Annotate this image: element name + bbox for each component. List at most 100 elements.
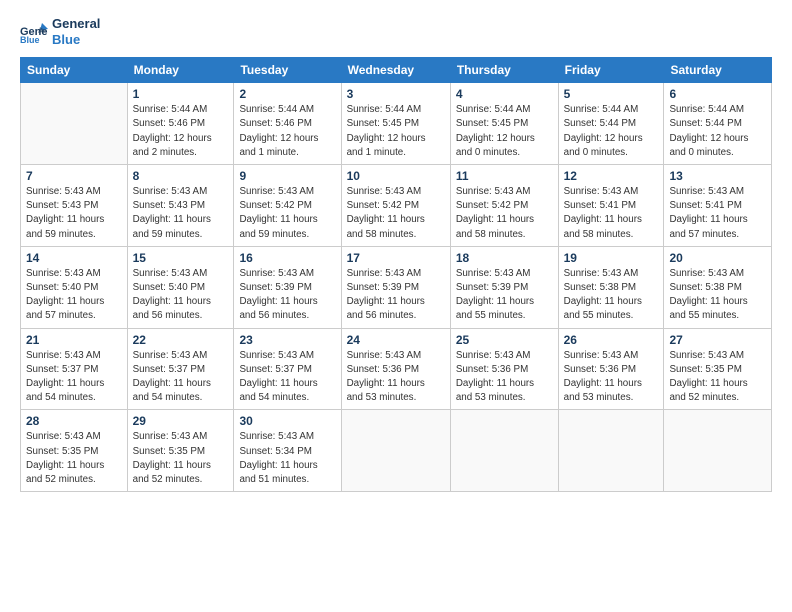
calendar-cell: 27Sunrise: 5:43 AMSunset: 5:35 PMDayligh… (664, 328, 772, 410)
day-info: Sunrise: 5:43 AMSunset: 5:39 PMDaylight:… (239, 267, 335, 324)
calendar-cell: 3 Sunrise: 5:44 AMSunset: 5:45 PMDaylight… (341, 83, 450, 165)
calendar-header-saturday: Saturday (664, 58, 772, 83)
day-info: Sunrise: 5:43 AMSunset: 5:43 PMDaylight:… (26, 185, 122, 242)
day-info: Sunrise: 5:44 AMSunset: 5:46 PMDaylight:… (133, 103, 229, 160)
calendar-header-row: SundayMondayTuesdayWednesdayThursdayFrid… (21, 58, 772, 83)
calendar-cell (664, 410, 772, 492)
day-info: Sunrise: 5:43 AMSunset: 5:36 PMDaylight:… (456, 349, 553, 406)
day-info: Sunrise: 5:43 AMSunset: 5:38 PMDaylight:… (669, 267, 766, 324)
calendar-cell (450, 410, 558, 492)
day-info: Sunrise: 5:43 AMSunset: 5:35 PMDaylight:… (133, 430, 229, 487)
calendar-header-friday: Friday (558, 58, 664, 83)
calendar-row-2: 14 Sunrise: 5:43 AMSunset: 5:40 PMDayligh… (21, 246, 772, 328)
calendar-row-1: 7Sunrise: 5:43 AMSunset: 5:43 PMDaylight… (21, 165, 772, 247)
header: General Blue General Blue (20, 16, 772, 47)
calendar-cell (341, 410, 450, 492)
day-info: Sunrise: 5:43 AMSunset: 5:42 PMDaylight:… (347, 185, 445, 242)
logo-text-general: General (52, 16, 100, 32)
day-info: Sunrise: 5:43 AMSunset: 5:42 PMDaylight:… (456, 185, 553, 242)
logo-icon: General Blue (20, 21, 48, 43)
day-number: 2 (239, 87, 335, 101)
calendar-cell: 18 Sunrise: 5:43 AMSunset: 5:39 PMDayligh… (450, 246, 558, 328)
day-number: 18 (456, 251, 553, 265)
calendar-cell: 24Sunrise: 5:43 AMSunset: 5:36 PMDayligh… (341, 328, 450, 410)
day-info: Sunrise: 5:43 AMSunset: 5:39 PMDaylight:… (347, 267, 445, 324)
day-info: Sunrise: 5:44 AMSunset: 5:45 PMDaylight:… (347, 103, 445, 160)
calendar-cell: 19Sunrise: 5:43 AMSunset: 5:38 PMDayligh… (558, 246, 664, 328)
calendar-cell: 17Sunrise: 5:43 AMSunset: 5:39 PMDayligh… (341, 246, 450, 328)
day-number: 10 (347, 169, 445, 183)
calendar-cell (558, 410, 664, 492)
day-info: Sunrise: 5:43 AMSunset: 5:40 PMDaylight:… (133, 267, 229, 324)
day-info: Sunrise: 5:43 AMSunset: 5:42 PMDaylight:… (239, 185, 335, 242)
calendar-cell: 22 Sunrise: 5:43 AMSunset: 5:37 PMDayligh… (127, 328, 234, 410)
day-info: Sunrise: 5:44 AMSunset: 5:45 PMDaylight:… (456, 103, 553, 160)
day-number: 4 (456, 87, 553, 101)
calendar-cell: 6 Sunrise: 5:44 AMSunset: 5:44 PMDaylight… (664, 83, 772, 165)
day-number: 8 (133, 169, 229, 183)
day-number: 22 (133, 333, 229, 347)
day-number: 19 (564, 251, 659, 265)
day-info: Sunrise: 5:44 AMSunset: 5:46 PMDaylight:… (239, 103, 335, 160)
calendar-header-thursday: Thursday (450, 58, 558, 83)
day-info: Sunrise: 5:43 AMSunset: 5:41 PMDaylight:… (564, 185, 659, 242)
day-number: 28 (26, 414, 122, 428)
day-number: 30 (239, 414, 335, 428)
calendar-cell: 30 Sunrise: 5:43 AMSunset: 5:34 PMDayligh… (234, 410, 341, 492)
calendar-cell: 12 Sunrise: 5:43 AMSunset: 5:41 PMDayligh… (558, 165, 664, 247)
day-number: 3 (347, 87, 445, 101)
calendar-cell: 2 Sunrise: 5:44 AMSunset: 5:46 PMDaylight… (234, 83, 341, 165)
day-number: 16 (239, 251, 335, 265)
day-info: Sunrise: 5:44 AMSunset: 5:44 PMDaylight:… (564, 103, 659, 160)
day-number: 23 (239, 333, 335, 347)
calendar-cell: 16 Sunrise: 5:43 AMSunset: 5:39 PMDayligh… (234, 246, 341, 328)
calendar-cell: 14 Sunrise: 5:43 AMSunset: 5:40 PMDayligh… (21, 246, 128, 328)
day-info: Sunrise: 5:43 AMSunset: 5:37 PMDaylight:… (26, 349, 122, 406)
day-info: Sunrise: 5:43 AMSunset: 5:41 PMDaylight:… (669, 185, 766, 242)
day-number: 5 (564, 87, 659, 101)
page-container: General Blue General Blue SundayMondayTu… (0, 0, 792, 502)
day-number: 14 (26, 251, 122, 265)
calendar-cell: 8 Sunrise: 5:43 AMSunset: 5:43 PMDaylight… (127, 165, 234, 247)
svg-text:Blue: Blue (20, 35, 40, 43)
day-info: Sunrise: 5:43 AMSunset: 5:39 PMDaylight:… (456, 267, 553, 324)
day-info: Sunrise: 5:43 AMSunset: 5:35 PMDaylight:… (669, 349, 766, 406)
day-number: 6 (669, 87, 766, 101)
calendar-cell: 1 Sunrise: 5:44 AMSunset: 5:46 PMDaylight… (127, 83, 234, 165)
calendar-cell: 9Sunrise: 5:43 AMSunset: 5:42 PMDaylight… (234, 165, 341, 247)
calendar-cell: 25 Sunrise: 5:43 AMSunset: 5:36 PMDayligh… (450, 328, 558, 410)
day-info: Sunrise: 5:44 AMSunset: 5:44 PMDaylight:… (669, 103, 766, 160)
calendar-cell: 13Sunrise: 5:43 AMSunset: 5:41 PMDayligh… (664, 165, 772, 247)
calendar-cell: 20 Sunrise: 5:43 AMSunset: 5:38 PMDayligh… (664, 246, 772, 328)
calendar-row-0: 1 Sunrise: 5:44 AMSunset: 5:46 PMDaylight… (21, 83, 772, 165)
calendar-header-monday: Monday (127, 58, 234, 83)
day-number: 12 (564, 169, 659, 183)
calendar-table: SundayMondayTuesdayWednesdayThursdayFrid… (20, 57, 772, 492)
day-number: 24 (347, 333, 445, 347)
calendar-cell: 29Sunrise: 5:43 AMSunset: 5:35 PMDayligh… (127, 410, 234, 492)
day-info: Sunrise: 5:43 AMSunset: 5:36 PMDaylight:… (564, 349, 659, 406)
calendar-header-sunday: Sunday (21, 58, 128, 83)
calendar-cell: 28 Sunrise: 5:43 AMSunset: 5:35 PMDayligh… (21, 410, 128, 492)
day-number: 20 (669, 251, 766, 265)
day-info: Sunrise: 5:43 AMSunset: 5:43 PMDaylight:… (133, 185, 229, 242)
day-number: 25 (456, 333, 553, 347)
calendar-cell: 7Sunrise: 5:43 AMSunset: 5:43 PMDaylight… (21, 165, 128, 247)
calendar-header-wednesday: Wednesday (341, 58, 450, 83)
calendar-row-4: 28 Sunrise: 5:43 AMSunset: 5:35 PMDayligh… (21, 410, 772, 492)
day-number: 1 (133, 87, 229, 101)
calendar-cell: 10 Sunrise: 5:43 AMSunset: 5:42 PMDayligh… (341, 165, 450, 247)
day-info: Sunrise: 5:43 AMSunset: 5:35 PMDaylight:… (26, 430, 122, 487)
day-info: Sunrise: 5:43 AMSunset: 5:34 PMDaylight:… (239, 430, 335, 487)
day-number: 21 (26, 333, 122, 347)
calendar-cell: 4 Sunrise: 5:44 AMSunset: 5:45 PMDaylight… (450, 83, 558, 165)
logo-text-blue: Blue (52, 32, 100, 48)
day-number: 26 (564, 333, 659, 347)
calendar-cell: 15 Sunrise: 5:43 AMSunset: 5:40 PMDayligh… (127, 246, 234, 328)
day-number: 15 (133, 251, 229, 265)
calendar-cell (21, 83, 128, 165)
day-info: Sunrise: 5:43 AMSunset: 5:37 PMDaylight:… (133, 349, 229, 406)
day-info: Sunrise: 5:43 AMSunset: 5:40 PMDaylight:… (26, 267, 122, 324)
logo: General Blue General Blue (20, 16, 100, 47)
calendar-row-3: 21 Sunrise: 5:43 AMSunset: 5:37 PMDayligh… (21, 328, 772, 410)
